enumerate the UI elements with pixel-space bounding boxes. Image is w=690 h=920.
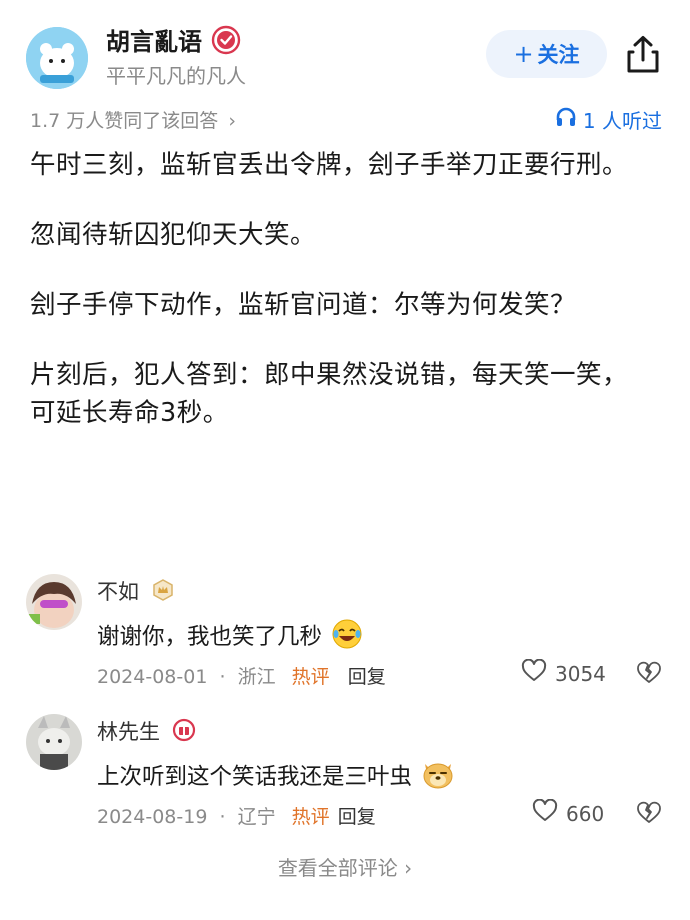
follow-label: 关注	[537, 43, 580, 67]
answer-paragraph: 午时三刻，监斩官丢出令牌，刽子手举刀正要行刑。	[30, 150, 629, 180]
view-all-comments-link[interactable]: 查看全部评论 ›	[0, 852, 690, 881]
heart-icon	[532, 798, 558, 828]
comment-meta: 2024-08-19 · 辽宁 热评 回复	[97, 802, 376, 829]
answer-paragraph: 刽子手停下动作，监斩官问道：尔等为何发笑？	[30, 290, 577, 320]
agree-count-text: 1.7 万人赞同了该回答	[30, 110, 219, 132]
reply-button[interactable]: 回复	[348, 666, 386, 688]
meta-separator: ·	[219, 806, 226, 828]
like-count: 3054	[555, 661, 606, 686]
answer-meta: 1.7 万人赞同了该回答 › 1 人听过	[0, 104, 690, 134]
comment-text: 谢谢你，我也笑了几秒	[97, 624, 323, 650]
comment-text: 上次听到这个笑话我还是三叶虫	[97, 764, 413, 790]
listen-count[interactable]: 1 人听过	[555, 105, 662, 134]
comment-text-row: 上次听到这个笑话我还是三叶虫	[97, 758, 455, 796]
like-count: 660	[566, 801, 605, 826]
agree-count-link[interactable]: 1.7 万人赞同了该回答 ›	[30, 106, 236, 133]
meta-separator: ·	[219, 666, 226, 688]
crown-badge-icon	[151, 578, 175, 602]
like-button[interactable]: 660	[532, 798, 605, 828]
commenter-avatar[interactable]	[26, 714, 82, 770]
follow-button[interactable]: + 关注	[486, 30, 607, 78]
hot-comment-tag: 热评	[291, 666, 330, 688]
hot-comment-tag: 热评	[291, 806, 330, 828]
like-button[interactable]: 3054	[521, 658, 606, 688]
answer-body: 午时三刻，监斩官丢出令牌，刽子手举刀正要行刑。 忽闻待斩囚犯仰天大笑。 刽子手停…	[30, 146, 650, 464]
share-icon[interactable]	[624, 34, 662, 74]
broken-heart-icon[interactable]	[636, 660, 662, 686]
comment-location: 辽宁	[237, 806, 276, 828]
plus-icon: +	[513, 40, 534, 68]
commenter-name[interactable]: 不如	[97, 576, 139, 606]
comment-text-row: 谢谢你，我也笑了几秒	[97, 618, 363, 656]
reply-button[interactable]: 回复	[338, 806, 376, 828]
heart-icon	[521, 658, 547, 688]
author-name[interactable]: 胡言亂语	[106, 22, 202, 57]
chevron-right-icon: ›	[228, 110, 236, 132]
comment-location: 浙江	[237, 666, 276, 688]
broken-heart-icon[interactable]	[636, 800, 662, 826]
verified-badge-icon	[211, 25, 241, 55]
dog-emoji-icon	[421, 758, 455, 796]
answer-paragraph: 片刻后，犯人答到：郎中果然没说错，每天笑一笑，可延长寿命3秒。	[30, 360, 629, 428]
headphones-icon	[555, 106, 577, 133]
author-bio: 平平凡凡的凡人	[106, 64, 246, 88]
answer-header: 胡言亂语 平平凡凡的凡人 + 关注	[0, 0, 690, 104]
commenter-avatar[interactable]	[26, 574, 82, 630]
comment-meta: 2024-08-01 · 浙江 热评 回复	[97, 662, 386, 689]
comment-item: 林先生 上次听到这个笑话我还是三叶虫 2024-08-19 · 辽宁 热评 回复	[0, 708, 690, 838]
laughing-emoji-icon	[331, 618, 363, 656]
answer-paragraph: 忽闻待斩囚犯仰天大笑。	[30, 220, 317, 250]
comment-date: 2024-08-01	[97, 666, 208, 688]
author-avatar[interactable]	[26, 27, 88, 89]
gift-badge-icon	[172, 718, 196, 742]
listen-count-text: 1 人听过	[582, 109, 662, 133]
commenter-name[interactable]: 林先生	[97, 716, 160, 746]
comment-date: 2024-08-19	[97, 806, 208, 828]
comment-item: 不如 谢谢你，我也笑了几秒 2024-08-01 · 浙江 热评 回复 3054	[0, 568, 690, 698]
